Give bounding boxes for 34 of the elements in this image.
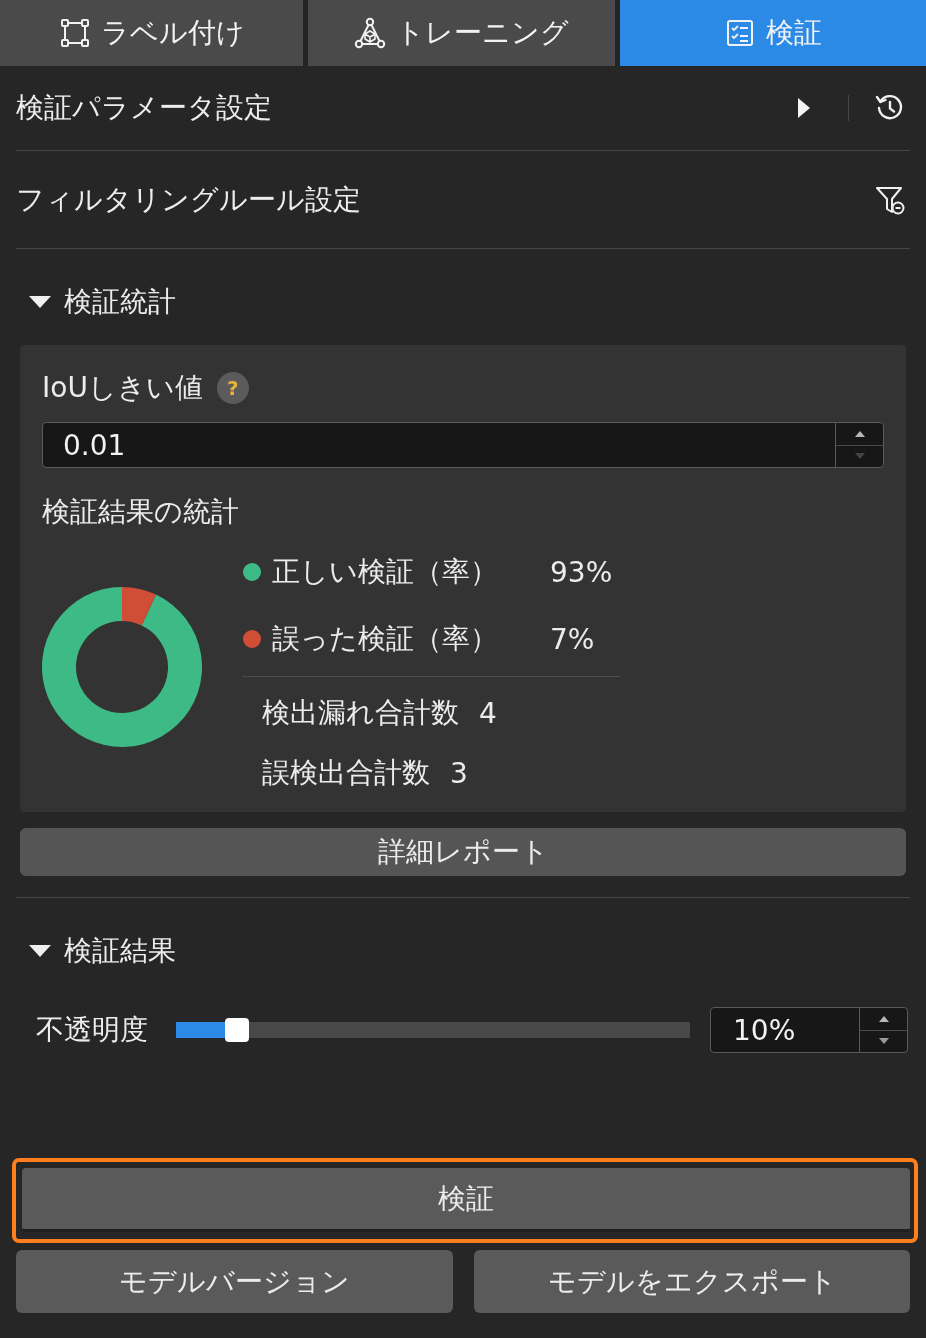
total-value: 3 <box>450 756 468 790</box>
total-value: 4 <box>479 696 497 730</box>
down-arrow-icon <box>878 1038 889 1045</box>
bounding-box-icon <box>58 17 91 49</box>
down-arrow-icon <box>854 453 865 460</box>
legend-value: 7% <box>550 622 595 656</box>
field-label: 不透明度 <box>36 1012 149 1048</box>
section-title[interactable]: 検証結果 <box>64 932 176 970</box>
play-icon[interactable] <box>797 97 811 119</box>
number-input[interactable]: 0.01 <box>42 422 884 468</box>
report-button[interactable]: 詳細レポート <box>20 828 906 876</box>
up-arrow-icon <box>854 430 865 437</box>
checklist-icon <box>724 17 756 49</box>
section-title[interactable]: 検証統計 <box>64 283 176 321</box>
tab[interactable]: ラベル付け <box>0 0 303 66</box>
triangle-nodes-icon <box>354 17 386 49</box>
total-label: 検出漏れ合計数 <box>262 695 459 731</box>
field-label: IoUしきい値 <box>42 370 203 406</box>
up-arrow-icon <box>878 1015 889 1022</box>
subsection-title: 検証結果の統計 <box>42 494 240 530</box>
total-label: 誤検出合計数 <box>262 755 430 791</box>
caret-icon[interactable] <box>28 944 52 958</box>
tab[interactable]: トレーニング <box>308 0 615 66</box>
legend-label: 誤った検証（率） <box>272 621 499 657</box>
slider-thumb[interactable] <box>225 1018 249 1042</box>
action-button[interactable]: モデルバージョン <box>16 1250 453 1313</box>
caret-icon[interactable] <box>28 295 52 309</box>
setting-title[interactable]: 検証パラメータ設定 <box>16 89 797 127</box>
verify-button[interactable]: 検証 <box>22 1168 910 1232</box>
setting-title[interactable]: フィルタリングルール設定 <box>16 180 874 219</box>
legend-value: 93% <box>550 555 613 589</box>
legend-label: 正しい検証（率） <box>272 554 499 590</box>
action-button[interactable]: モデルをエクスポート <box>474 1250 910 1313</box>
number-input[interactable]: 10% <box>710 1007 908 1053</box>
